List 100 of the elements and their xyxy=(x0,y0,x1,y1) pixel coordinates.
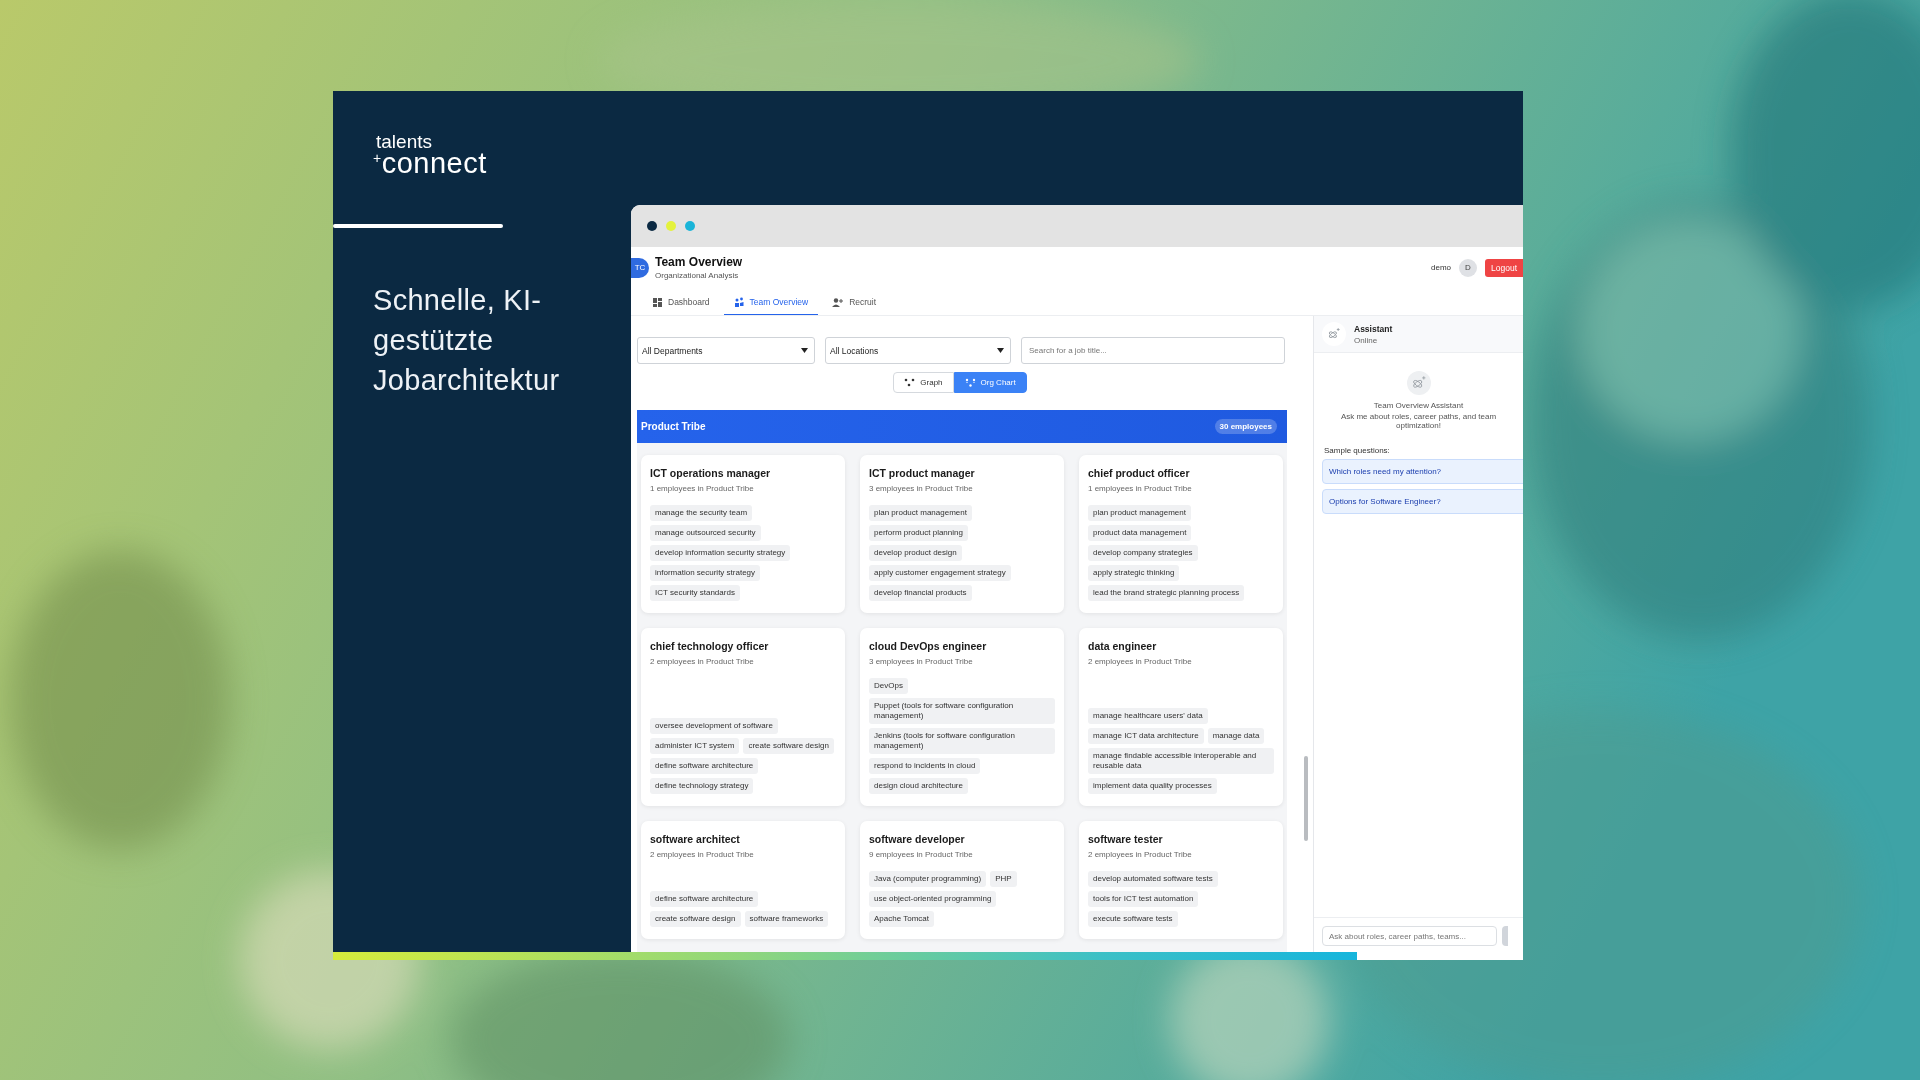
skill-tag: create software design xyxy=(743,738,834,754)
window-dot[interactable] xyxy=(647,221,657,231)
page-subtitle: Organizational Analysis xyxy=(655,271,740,280)
role-title: ICT operations manager xyxy=(650,467,772,479)
scrollbar[interactable] xyxy=(1304,756,1308,841)
skill-tag: develop information security strategy xyxy=(650,545,791,561)
role-count: 2 employees in Product Tribe xyxy=(650,657,755,666)
role-count: 3 employees in Product Tribe xyxy=(869,484,974,493)
skill-tag: manage ICT data architecture xyxy=(1088,728,1204,744)
skill-tag: perform product planning xyxy=(869,525,968,541)
user-name: demo xyxy=(1431,263,1451,272)
sample-questions-label: Sample questions: xyxy=(1324,446,1391,455)
welcome-text: Ask me about roles, career paths, and team optimization! xyxy=(1339,412,1498,430)
skill-tag: PHP xyxy=(990,871,1017,887)
org-chart-icon xyxy=(964,378,976,387)
location-dropdown[interactable]: All Locations xyxy=(825,337,1011,364)
role-title: software architect xyxy=(650,833,741,845)
caret-icon xyxy=(801,348,808,353)
user-avatar[interactable]: D xyxy=(1459,258,1477,277)
role-title: cloud DevOps engineer xyxy=(869,640,988,652)
welcome-title: Team Overview Assistant xyxy=(1373,401,1464,410)
skill-tag: apply strategic thinking xyxy=(1088,565,1180,581)
nav-tab[interactable]: Recruit xyxy=(822,291,887,315)
search-field[interactable]: Search for a job title... xyxy=(1021,337,1285,364)
nav-tab[interactable]: Dashboard xyxy=(643,291,720,315)
atom-icon xyxy=(1327,327,1341,341)
logout-button[interactable]: Logout xyxy=(1485,258,1523,277)
skill-tag: Jenkins (tools for software configuration management) xyxy=(869,728,1055,754)
department-dropdown[interactable]: All Departments xyxy=(637,337,815,364)
skill-tag: create software design xyxy=(650,911,741,927)
role-title: software tester xyxy=(1088,833,1164,845)
skill-tag: use object-oriented programming xyxy=(869,891,997,907)
role-card[interactable]: ICT product manager 3 employees in Product Tribe plan product management perform product planning develop product design apply customer engagement strategy develop financial products xyxy=(860,455,1064,613)
skill-tag: information security strategy xyxy=(650,565,761,581)
window-dot[interactable] xyxy=(666,221,676,231)
skill-tag: plan product management xyxy=(1088,505,1191,521)
skill-tag: tools for ICT test automation xyxy=(1088,891,1199,907)
headline: Schnelle, KI-gestützte Jobarchitektur xyxy=(373,283,561,398)
caret-icon xyxy=(997,348,1004,353)
skill-tag: execute software tests xyxy=(1088,911,1178,927)
view-toggle-button[interactable]: Graph xyxy=(893,372,954,393)
dots-icon xyxy=(904,378,916,387)
logo: talents $^{+}$connect xyxy=(373,133,487,176)
role-card[interactable]: software architect 2 employees in Product Tribe define software architecture create software design software frameworks xyxy=(641,821,845,939)
assistant-title: Assistant xyxy=(1354,323,1393,334)
window-dot[interactable] xyxy=(685,221,695,231)
role-count: 2 employees in Product Tribe xyxy=(650,850,755,859)
skill-tag: define technology strategy xyxy=(650,778,754,794)
skill-tag: manage data xyxy=(1207,728,1265,744)
view-toggle-button[interactable]: Org Chart xyxy=(953,372,1027,393)
skill-tag: manage the security team xyxy=(650,505,753,521)
sample-question-button[interactable]: Options for Software Engineer? xyxy=(1322,489,1523,514)
role-count: 1 employees in Product Tribe xyxy=(1088,484,1193,493)
role-title: data engineer xyxy=(1088,640,1158,652)
skill-tag: manage healthcare users' data xyxy=(1088,708,1208,724)
skill-tag: define software architecture xyxy=(650,891,759,907)
skill-tag: manage findable accessible interoperable and reusable data xyxy=(1088,748,1274,774)
skill-tag: Java (computer programming) xyxy=(869,871,987,887)
sample-question-button[interactable]: Which roles need my attention? xyxy=(1322,459,1523,484)
skill-tag: implement data quality processes xyxy=(1088,778,1217,794)
role-count: 9 employees in Product Tribe xyxy=(869,850,974,859)
skill-tag: manage outsourced security xyxy=(650,525,761,541)
role-title: ICT product manager xyxy=(869,467,976,479)
role-card[interactable]: software tester 2 employees in Product Tribe develop automated software tests tools for ICT test automation execute software tests xyxy=(1079,821,1283,939)
role-card[interactable]: chief product officer 1 employees in Product Tribe plan product management product data management develop company strategies apply strategic thinking lead the brand strategic planning process xyxy=(1079,455,1283,613)
role-count: 3 employees in Product Tribe xyxy=(869,657,974,666)
people-icon xyxy=(733,297,744,307)
role-card[interactable]: chief technology officer 2 employees in Product Tribe oversee development of software administer ICT system create software design define software architecture define technology strategy xyxy=(641,628,845,806)
role-title: software developer xyxy=(869,833,966,845)
skill-tag: develop product design xyxy=(869,545,962,561)
role-title: chief technology officer xyxy=(650,640,770,652)
dashboard-icon xyxy=(653,297,662,307)
role-card[interactable]: ICT operations manager 1 employees in Product Tribe manage the security team manage outsourced security develop information security strategy information security strategy ICT security standards xyxy=(641,455,845,613)
skill-tag: develop company strategies xyxy=(1088,545,1198,561)
role-count: 2 employees in Product Tribe xyxy=(1088,657,1193,666)
skill-tag: design cloud architecture xyxy=(869,778,968,794)
role-count: 1 employees in Product Tribe xyxy=(650,484,755,493)
skill-tag: software frameworks xyxy=(744,911,829,927)
chat-input[interactable]: Ask about roles, career paths, teams... xyxy=(1322,926,1497,946)
nav-tab[interactable]: Team Overview xyxy=(723,291,819,315)
skill-tag: administer ICT system xyxy=(650,738,740,754)
person-add-icon xyxy=(832,297,844,307)
skill-tag: plan product management xyxy=(869,505,972,521)
skill-tag: DevOps xyxy=(869,678,908,694)
role-title: chief product officer xyxy=(1088,467,1191,479)
role-card[interactable]: software developer 9 employees in Product Tribe Java (computer programming) PHP use object-oriented programming Apache Tomcat xyxy=(860,821,1064,939)
send-button[interactable] xyxy=(1502,926,1508,946)
atom-icon xyxy=(1410,375,1427,391)
assistant-status: Online xyxy=(1354,335,1379,345)
skill-tag: develop automated software tests xyxy=(1088,871,1218,887)
skill-tag: Apache Tomcat xyxy=(869,911,934,927)
page-title: Team Overview xyxy=(655,255,743,269)
role-count: 2 employees in Product Tribe xyxy=(1088,850,1193,859)
employee-count: 30 employees xyxy=(1214,419,1277,434)
skill-tag: develop financial products xyxy=(869,585,972,601)
skill-tag: Puppet (tools for software configuration management) xyxy=(869,698,1055,724)
skill-tag: define software architecture xyxy=(650,758,759,774)
skill-tag: respond to incidents in cloud xyxy=(869,758,981,774)
skill-tag: lead the brand strategic planning process xyxy=(1088,585,1245,601)
group-name: Product Tribe xyxy=(641,421,706,432)
